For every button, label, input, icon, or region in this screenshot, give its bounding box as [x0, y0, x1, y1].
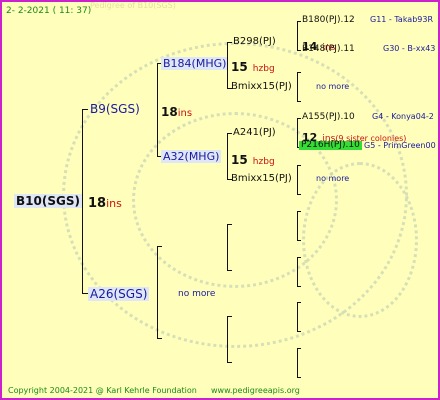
gen1-name-b9[interactable]: B9(SGS)	[90, 103, 140, 115]
gen3-tick	[227, 133, 232, 134]
gen4-bracket-empty	[297, 348, 298, 377]
gen1-tick	[82, 109, 88, 110]
gen2-name-a32[interactable]: A32(MHG)	[161, 150, 222, 163]
gen3-name-b298[interactable]: B298(PJ)	[233, 37, 276, 47]
gen4-tick	[297, 50, 301, 51]
gen4-name-p216h[interactable]: P216H(PJ).10	[299, 141, 362, 150]
gen2-bracket-empty	[157, 246, 158, 338]
gen4-bracket	[297, 118, 298, 147]
gen4-name-b148[interactable]: B148(PJ).11	[302, 45, 355, 54]
gen4-tick	[297, 101, 301, 102]
gen4-bracket-empty	[297, 211, 298, 240]
gen3-note-bmixx15-a: no more	[316, 82, 350, 91]
gen3-name-bmixx15-b[interactable]: Bmixx15(PJ)	[231, 174, 292, 184]
gen4-bracket-empty	[297, 72, 298, 101]
gen4-tick	[297, 21, 301, 22]
gen1-name-a26[interactable]: A26(SGS)	[88, 287, 150, 301]
gen4-tick	[297, 331, 301, 332]
gen3-bracket-empty	[227, 316, 228, 362]
gen1-note-a26: no more	[178, 289, 216, 299]
gen2-bracket	[157, 63, 158, 156]
gen2-tick	[157, 246, 162, 247]
gen4-tick	[297, 211, 301, 212]
gen3-tick	[227, 42, 232, 43]
gen1-bracket	[82, 109, 83, 293]
gen3-name-a241[interactable]: A241(PJ)	[233, 128, 276, 138]
gen4-name-b180[interactable]: B180(PJ).12	[302, 16, 355, 25]
pedigree-frame: 2- 2-2021 ( 11: 37) Pedigree of B10(SGS)…	[0, 0, 440, 400]
gen4-tick	[297, 348, 301, 349]
gen4-ref-a155: G4 - Konya04-2	[372, 112, 434, 121]
gen2-name-b184[interactable]: B184(MHG)	[161, 57, 229, 70]
gen3-tick	[227, 316, 232, 317]
gen2-year-line-b184: 15 hzbg	[231, 60, 275, 74]
root-name[interactable]: B10(SGS)	[14, 194, 82, 208]
gen2-tick	[157, 338, 162, 339]
gen4-ref-b148: G30 - B-xx43	[383, 44, 436, 53]
gen4-bracket-empty	[297, 165, 298, 194]
gen3-name-bmixx15-a[interactable]: Bmixx15(PJ)	[231, 82, 292, 92]
gen3-bracket	[227, 42, 228, 88]
gen4-bracket	[297, 21, 298, 50]
gen4-name-a155[interactable]: A155(PJ).10	[302, 113, 355, 122]
gen2-year-line-a32: 15 hzbg	[231, 153, 275, 167]
gen4-tick	[297, 240, 301, 241]
root-year-line: 18ins	[88, 194, 122, 210]
gen4-tick	[297, 286, 301, 287]
gen1-year-line-b9: 18ins	[161, 105, 193, 119]
root-year: 18	[88, 196, 107, 211]
site-link[interactable]: www.pedigreeapis.org	[211, 387, 300, 395]
date-stamp: 2- 2-2021 ( 11: 37)	[6, 6, 92, 16]
gen4-tick	[297, 165, 301, 166]
gen4-tick	[297, 377, 301, 378]
gen4-tick	[297, 194, 301, 195]
gen3-tick	[227, 362, 232, 363]
gen4-tick	[297, 72, 301, 73]
root-suffix: ins	[106, 197, 122, 210]
gen4-tick	[297, 257, 301, 258]
gen4-ref-p216h: G5 - PrimGreen00	[364, 141, 436, 150]
gen4-ref-b180: G11 - Takab93R	[370, 15, 434, 24]
watermark-outline	[302, 162, 418, 318]
copyright: Copyright 2004-2021 @ Karl Kehrle Founda…	[8, 386, 197, 395]
gen4-tick	[297, 302, 301, 303]
gen4-bracket-empty	[297, 302, 298, 331]
gen4-tick	[297, 118, 301, 119]
gen4-bracket-empty	[297, 257, 298, 286]
gen3-tick	[227, 224, 232, 225]
faint-title: Pedigree of B10(SGS)	[90, 1, 176, 10]
gen3-bracket-empty	[227, 224, 228, 270]
gen3-note-bmixx15-b: no more	[316, 174, 350, 183]
gen3-bracket	[227, 133, 228, 179]
gen3-tick	[227, 270, 232, 271]
